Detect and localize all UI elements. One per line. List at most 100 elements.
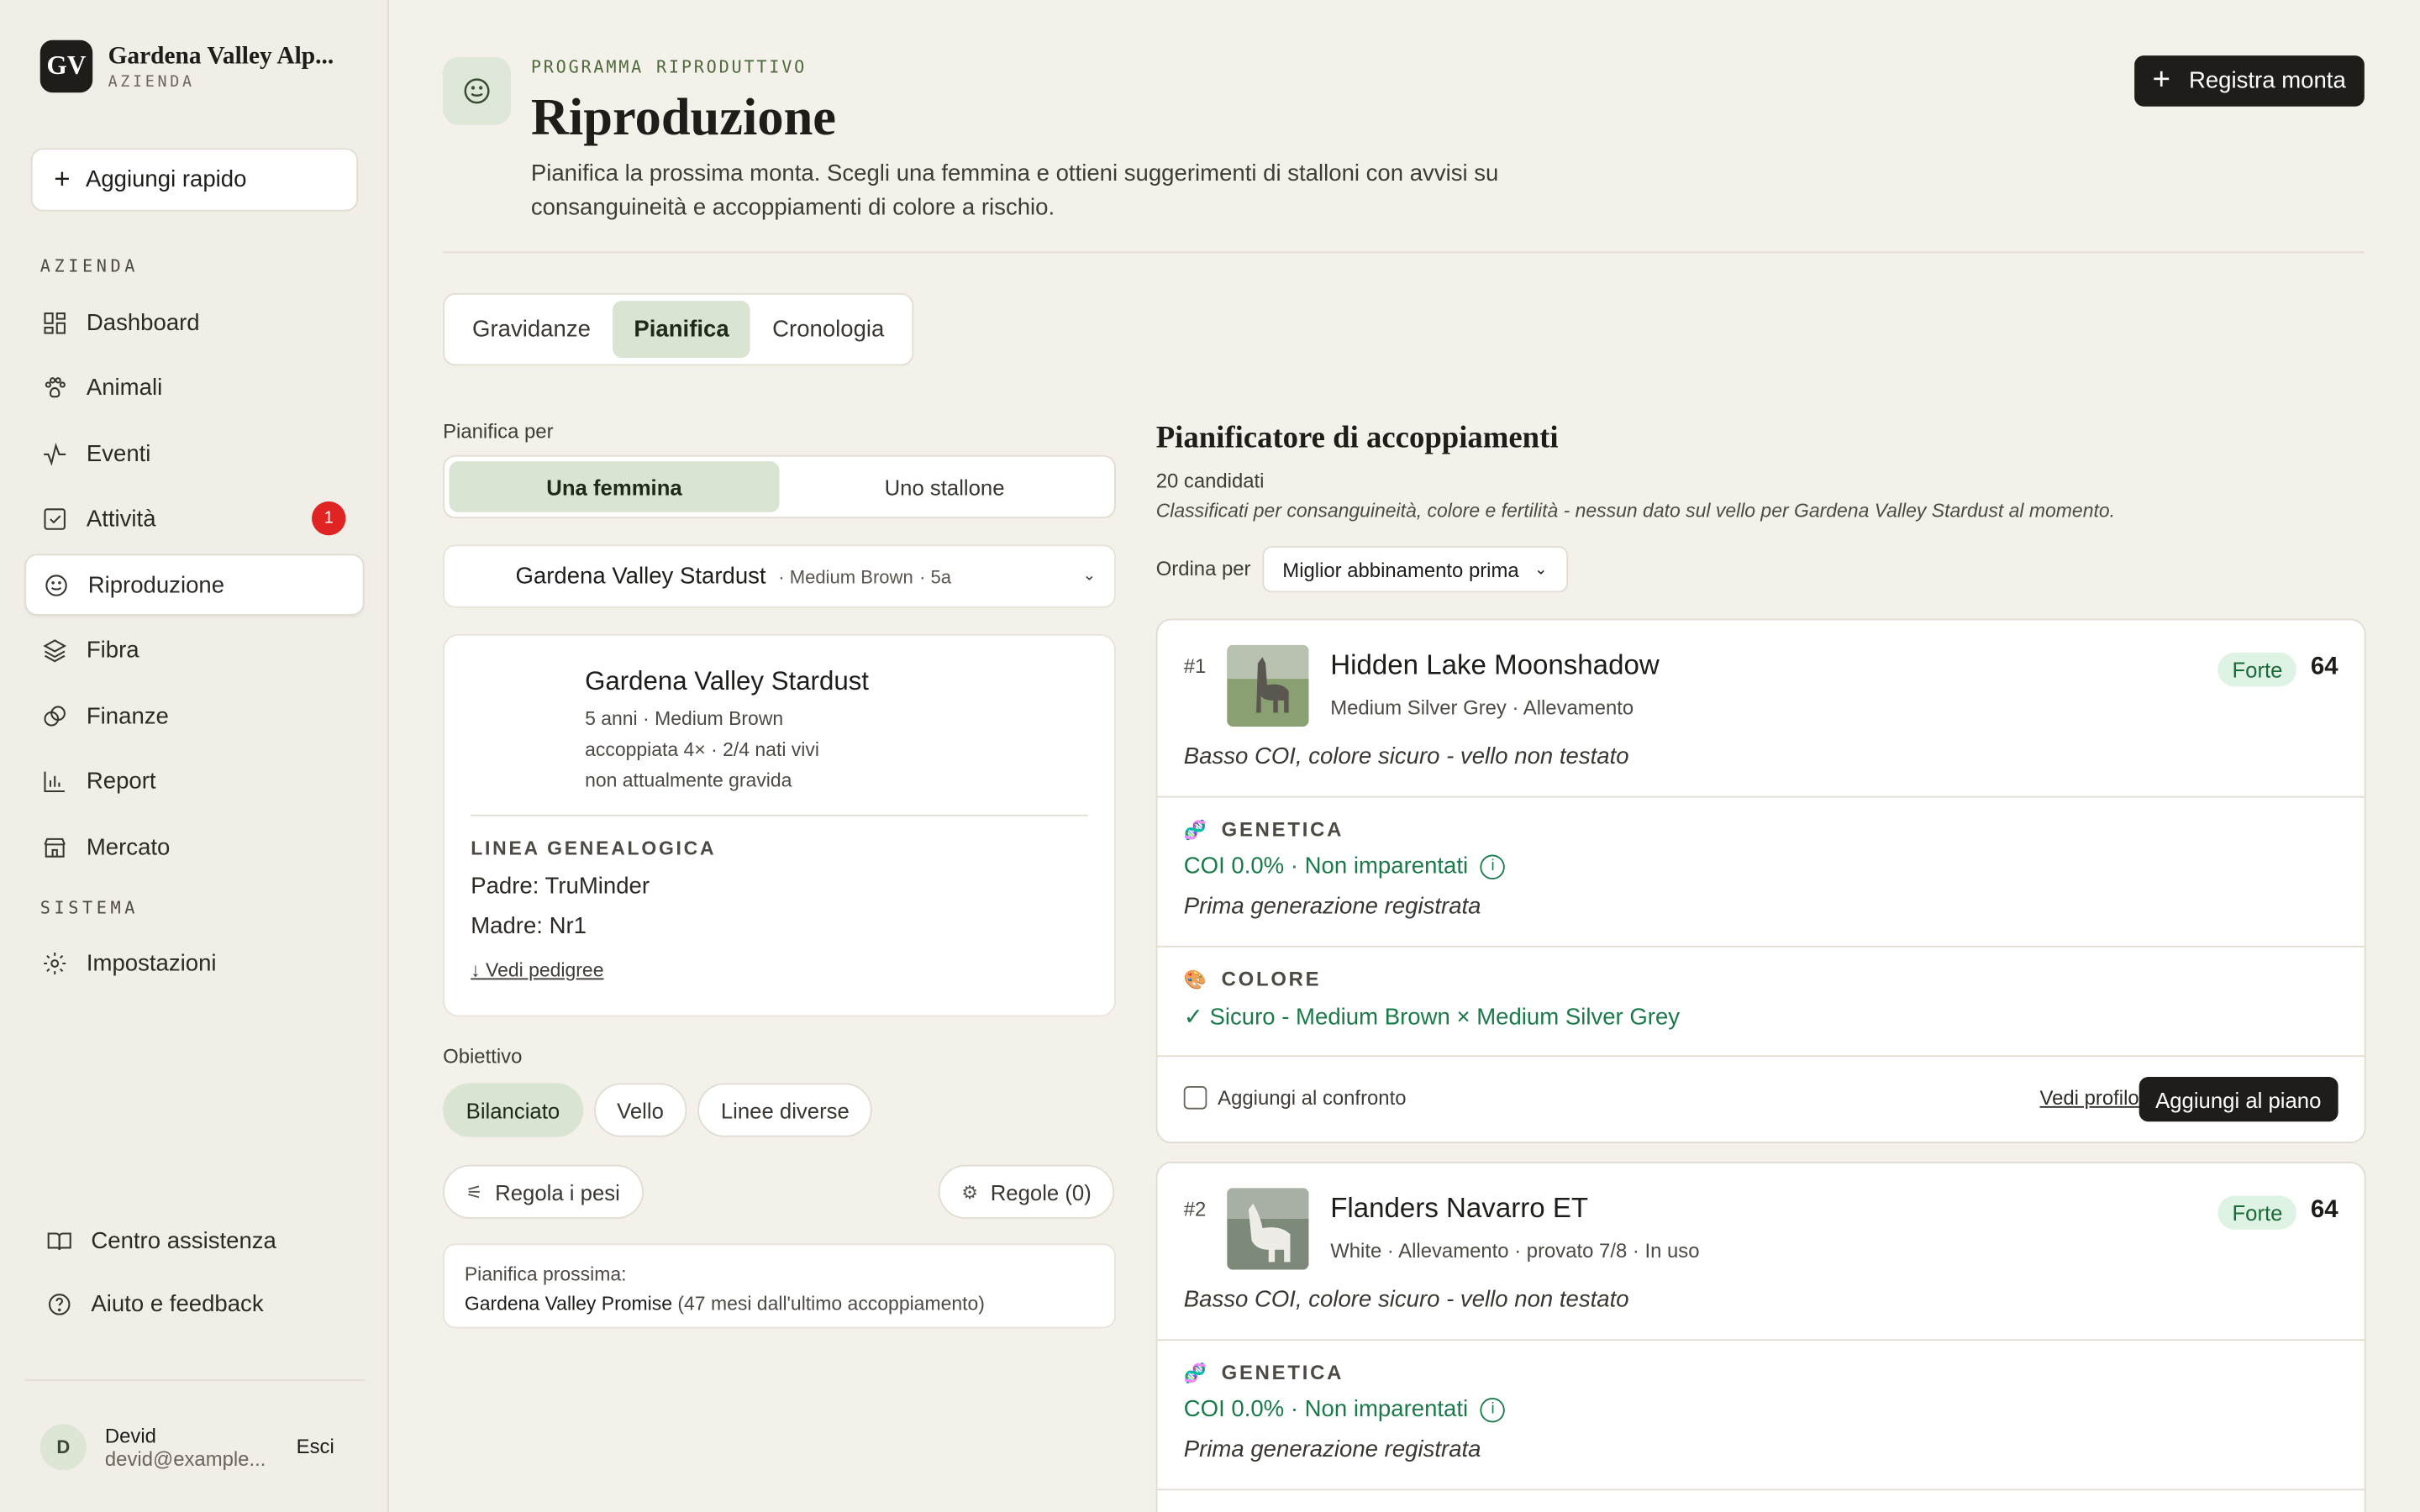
section-label-farm: AZIENDA [39,255,139,276]
rules-label: Regole (0) [990,1179,1092,1205]
tab-cronologia[interactable]: Cronologia [750,301,906,358]
candidate-card: #1 Hidden Lake Moonshadow Medium Silver … [1155,618,2366,1143]
candidate-rank: #2 [1183,1197,1207,1221]
info-icon[interactable]: i [1480,853,1506,879]
paw-icon [42,374,68,400]
avatar[interactable]: D [39,1423,87,1470]
profile-name: Gardena Valley Stardust [585,666,870,696]
sidebar-item-label: Report [86,767,156,794]
plus-icon: + [54,163,71,195]
selected-animal-age: · 5a [919,565,952,587]
animal-select[interactable]: Gardena Valley Stardust · Medium Brown ·… [443,544,1116,608]
page-description: Pianifica la prossima monta. Scegli una … [530,160,1499,221]
goal-balanced[interactable]: Bilanciato [443,1083,583,1137]
sire-name: Padre: TruMinder [471,873,650,900]
sidebar-item-finanze[interactable]: Finanze [24,685,364,746]
rules-button[interactable]: ⚙ Regole (0) [938,1164,1115,1219]
genetics-title-label: GENETICA [1221,817,1344,842]
section-divider [1157,1339,2365,1341]
smile-icon [43,571,69,597]
checkbox[interactable] [1183,1086,1207,1110]
gear-icon: ⚙ [961,1180,979,1203]
sidebar-item-animali[interactable]: Animali [24,356,364,417]
segment-female[interactable]: Una femmina [449,461,780,512]
sidebar-item-dashboard[interactable]: Dashboard [24,291,364,353]
sort-label: Ordina per [1155,557,1251,580]
add-to-plan-button[interactable]: Aggiungi al piano [2138,1077,2338,1122]
segment-stallion[interactable]: Uno stallone [780,461,1110,512]
register-mating-button[interactable]: + Registra monta [2133,55,2365,107]
goal-diverse-lines[interactable]: Linee diverse [697,1083,873,1137]
matcher-title: Pianificatore di accoppiamenti [1155,421,1559,455]
help-feedback-link[interactable]: Aiuto e feedback [46,1291,264,1318]
user-name: Devid [104,1423,156,1446]
match-score: 64 [2310,654,2338,680]
tab-gravidanze[interactable]: Gravidanze [450,301,612,358]
genetics-value-text: COI 0.0% · Non imparentati [1183,853,1469,879]
next-plan-animal[interactable]: Gardena Valley Promise [465,1293,672,1315]
brand-logo: GV [39,39,93,93]
candidate-name[interactable]: Flanders Navarro ET [1330,1193,1588,1226]
dashboard-icon [42,309,68,335]
page-eyebrow: PROGRAMMA RIPRODUTTIVO [530,56,808,77]
sort-select[interactable]: Miglior abbinamento prima ⌄ [1262,546,1568,593]
match-score: 64 [2310,1197,2338,1224]
selected-animal-color: · Medium Brown [778,565,913,587]
sort-value: Miglior abbinamento prima [1282,557,1519,581]
goal-fleece[interactable]: Vello [593,1083,687,1137]
adjust-weights-button[interactable]: ⚟ Regola i pesi [443,1164,644,1219]
sidebar-item-label: Riproduzione [87,571,225,598]
view-profile-link[interactable]: Vedi profilo [2040,1086,2139,1110]
notification-badge: 1 [312,501,346,536]
brand-name: Gardena Valley Alp... [108,42,334,69]
help-center-link[interactable]: Centro assistenza [46,1228,276,1254]
plan-for-segment: Una femmina Uno stallone [443,454,1116,519]
breeding-icon [443,56,511,125]
section-divider [1157,1488,2365,1491]
layers-icon [42,637,68,663]
sidebar-item-mercato[interactable]: Mercato [24,816,364,878]
compare-checkbox[interactable]: Aggiungi al confronto [1183,1086,1407,1110]
genetics-title: 🧬 GENETICA [1184,817,1344,841]
user-menu: D Devid devid@example... Esci [24,1379,365,1512]
sidebar-item-label: Dashboard [86,309,200,336]
sidebar-item-report[interactable]: Report [24,750,364,811]
tab-pianifica[interactable]: Pianifica [612,301,751,359]
sidebar-item-fibra[interactable]: Fibra [24,619,364,680]
profile-divider [471,814,1088,816]
info-icon[interactable]: i [1480,1397,1506,1422]
sidebar-item-label: Fibra [86,636,139,663]
dna-icon: 🧬 [1183,818,1209,841]
candidate-photo[interactable] [1227,1188,1309,1270]
color-title: 🎨 COLORE [1184,968,1322,991]
section-divider [1157,945,2365,948]
help-center-label: Centro assistenza [91,1228,276,1255]
chevron-down-icon: ⌄ [1534,560,1548,578]
goal-options: Bilanciato Vello Linee diverse [443,1083,873,1137]
candidate-summary: Basso COI, colore sicuro - vello non tes… [1183,1286,1629,1314]
section-divider [1157,795,2365,798]
sidebar-item-riproduzione[interactable]: Riproduzione [24,554,365,616]
view-pedigree-link[interactable]: ↓ Vedi pedigree [471,959,603,981]
sidebar: GV Gardena Valley Alp... AZIENDA + Aggiu… [0,0,389,1512]
sidebar-item-attivita[interactable]: Attività 1 [24,487,364,549]
candidate-meta: White · Allevamento · provato 7/8 · In u… [1330,1238,1700,1263]
genetics-value: COI 0.0% · Non imparentati i [1183,1396,1506,1423]
genetics-value: COI 0.0% · Non imparentati i [1183,853,1506,879]
brand[interactable]: GV Gardena Valley Alp... AZIENDA [0,0,387,93]
next-plan-detail: (47 mesi dall'ultimo accoppiamento) [677,1293,985,1315]
main-content: PROGRAMMA RIPRODUTTIVO Riproduzione Pian… [389,0,2420,1512]
quick-add-button[interactable]: + Aggiungi rapido [30,148,359,212]
sidebar-item-label: Eventi [86,440,151,467]
palette-icon: 🎨 [1183,968,1209,990]
dna-icon: 🧬 [1183,1361,1209,1383]
logout-button[interactable]: Esci [297,1435,334,1458]
sidebar-item-eventi[interactable]: Eventi [24,423,364,484]
candidate-photo[interactable] [1227,644,1309,727]
dam-name: Madre: Nr1 [471,913,587,940]
sidebar-item-impostazioni[interactable]: Impostazioni [24,932,364,993]
candidate-name[interactable]: Hidden Lake Moonshadow [1330,649,1660,682]
quick-add-label: Aggiungi rapido [85,166,247,193]
bar-chart-icon [42,768,68,794]
genetics-value-text: COI 0.0% · Non imparentati [1183,1396,1469,1423]
